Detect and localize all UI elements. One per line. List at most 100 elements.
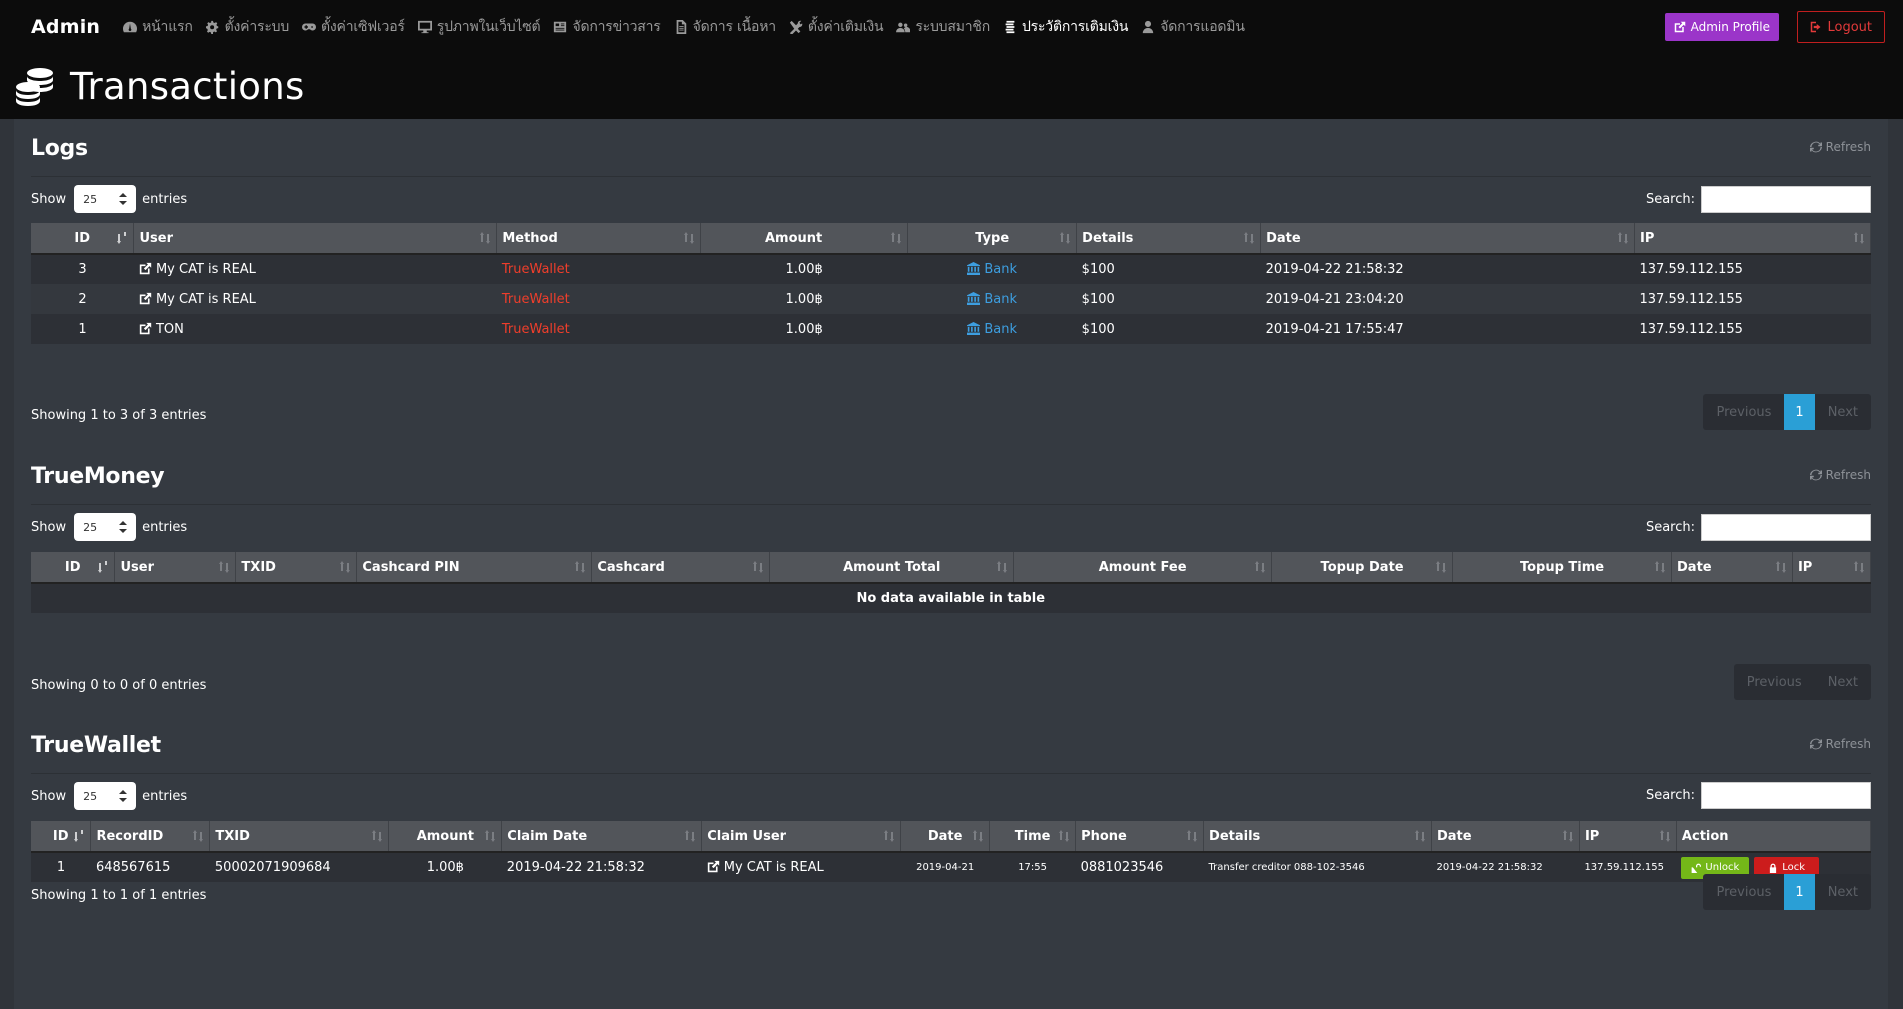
cell-user[interactable]: My CAT is REAL bbox=[133, 254, 497, 284]
column-header-claim-date[interactable]: Claim Date bbox=[501, 821, 703, 853]
column-header-phone[interactable]: Phone bbox=[1075, 821, 1205, 853]
nav-item-system-settings[interactable]: ตั้งค่าระบบ bbox=[205, 16, 289, 38]
user-link[interactable]: My CAT is REAL bbox=[156, 262, 256, 277]
entries-select[interactable]: 25 bbox=[74, 782, 137, 810]
column-header-txid[interactable]: TXID bbox=[209, 821, 390, 853]
cell-claim-user[interactable]: My CAT is REAL bbox=[701, 852, 901, 882]
pagination-previous[interactable]: Previous bbox=[1703, 874, 1784, 910]
pagination-previous[interactable]: Previous bbox=[1734, 664, 1815, 700]
desktop-icon bbox=[417, 20, 432, 33]
column-header-user[interactable]: User bbox=[133, 223, 498, 255]
column-header-cashcard-pin[interactable]: Cashcard PIN bbox=[356, 552, 593, 584]
sort-icon bbox=[1618, 232, 1628, 244]
column-header-txid[interactable]: TXID bbox=[235, 552, 358, 584]
column-label: Details bbox=[1082, 230, 1134, 246]
page-length-control: Show 25 entries bbox=[31, 782, 187, 810]
cell-method: TrueWallet bbox=[496, 254, 701, 284]
column-header-id[interactable]: ID bbox=[31, 821, 92, 853]
nav-item-topup-history[interactable]: ประวัติการเติมเงิน bbox=[1003, 16, 1128, 38]
nav-item-members[interactable]: ระบบสมาชิก bbox=[896, 16, 990, 38]
search-input[interactable] bbox=[1701, 186, 1871, 213]
search-input[interactable] bbox=[1701, 782, 1871, 809]
entries-label: entries bbox=[142, 191, 188, 207]
logs-section: Logs Refresh Show 25 entries Search: ID … bbox=[31, 136, 1871, 446]
external-link-icon bbox=[139, 322, 152, 335]
column-header-claim-user[interactable]: Claim User bbox=[701, 821, 902, 853]
column-header-date[interactable]: Date bbox=[900, 821, 991, 853]
nav-item-label: ตั้งค่าเซิฟเวอร์ bbox=[321, 18, 405, 35]
column-header-type[interactable]: Type bbox=[907, 223, 1078, 255]
cell-ip: 137.59.112.155 bbox=[1634, 254, 1871, 284]
nav-item-label: หน้าแรก bbox=[142, 18, 193, 35]
pagination-page[interactable]: 1 bbox=[1784, 874, 1815, 910]
user-link[interactable]: My CAT is REAL bbox=[156, 292, 256, 307]
nav-item-content[interactable]: จัดการ เนื้อหา bbox=[674, 16, 776, 38]
column-header-date-2[interactable]: Date bbox=[1431, 821, 1580, 853]
pagination-next[interactable]: Next bbox=[1815, 664, 1871, 700]
refresh-button[interactable]: Refresh bbox=[1810, 468, 1871, 482]
cell-amount: 1.00฿ bbox=[388, 852, 502, 882]
column-header-amount-total[interactable]: Amount Total bbox=[769, 552, 1015, 584]
refresh-button[interactable]: Refresh bbox=[1810, 140, 1871, 154]
logout-button[interactable]: Logout bbox=[1797, 11, 1885, 43]
entries-select[interactable]: 25 bbox=[74, 513, 137, 541]
pagination-previous[interactable]: Previous bbox=[1703, 394, 1784, 430]
nav-item-admin-management[interactable]: จัดการแอดมิน bbox=[1141, 16, 1245, 38]
column-label: Action bbox=[1681, 828, 1729, 844]
cell-date: 2019-04-22 21:58:32 bbox=[1260, 254, 1635, 284]
bank-icon bbox=[967, 292, 980, 305]
nav-item-site-images[interactable]: รูปภาพในเว็บไซต์ bbox=[417, 16, 541, 38]
column-header-id[interactable]: ID bbox=[31, 552, 116, 584]
column-header-topup-time[interactable]: Topup Time bbox=[1452, 552, 1672, 584]
lock-icon bbox=[1768, 863, 1778, 873]
search-label: Search: bbox=[1645, 788, 1695, 803]
sort-icon bbox=[1060, 232, 1070, 244]
column-header-cashcard[interactable]: Cashcard bbox=[591, 552, 771, 584]
column-header-date[interactable]: Date bbox=[1260, 223, 1635, 255]
page-length-control: Show 25 entries bbox=[31, 513, 187, 541]
column-header-record-id[interactable]: RecordID bbox=[90, 821, 211, 853]
sort-icon bbox=[685, 830, 695, 842]
nav-item-server-settings[interactable]: ตั้งค่าเซิฟเวอร์ bbox=[302, 16, 405, 38]
column-header-amount-fee[interactable]: Amount Fee bbox=[1013, 552, 1273, 584]
sign-out-icon bbox=[1811, 21, 1821, 33]
column-header-user[interactable]: User bbox=[114, 552, 237, 584]
page-length-control: Show 25 entries bbox=[31, 185, 187, 213]
pagination-next[interactable]: Next bbox=[1815, 394, 1871, 430]
column-header-topup-date[interactable]: Topup Date bbox=[1271, 552, 1454, 584]
column-header-ip[interactable]: IP bbox=[1579, 821, 1677, 853]
cell-date-2: 2019-04-22 21:58:32 bbox=[1431, 852, 1580, 882]
cell-details: Transfer creditor 088-102-3546 bbox=[1203, 852, 1432, 882]
column-label: Date bbox=[1436, 828, 1472, 844]
cell-user[interactable]: My CAT is REAL bbox=[133, 284, 497, 314]
column-header-amount[interactable]: Amount bbox=[700, 223, 909, 255]
table-row: 2 My CAT is REAL TrueWallet 1.00฿ Bank $… bbox=[31, 284, 1871, 314]
nav-item-topup-settings[interactable]: ตั้งค่าเติมเงิน bbox=[789, 16, 884, 38]
column-header-details[interactable]: Details bbox=[1203, 821, 1432, 853]
page-header: Transactions bbox=[0, 53, 1903, 119]
column-header-details[interactable]: Details bbox=[1076, 223, 1262, 255]
column-header-ip[interactable]: IP bbox=[1792, 552, 1872, 584]
brand-logo[interactable]: Admin bbox=[31, 16, 100, 38]
nav-item-home[interactable]: หน้าแรก bbox=[123, 16, 193, 38]
column-header-time[interactable]: Time bbox=[989, 821, 1077, 853]
column-header-method[interactable]: Method bbox=[496, 223, 702, 255]
unlock-label: Unlock bbox=[1705, 862, 1740, 873]
sort-icon bbox=[1415, 830, 1425, 842]
column-header-amount[interactable]: Amount bbox=[388, 821, 503, 853]
pagination-next[interactable]: Next bbox=[1815, 874, 1871, 910]
column-header-ip[interactable]: IP bbox=[1634, 223, 1871, 255]
user-link[interactable]: My CAT is REAL bbox=[724, 860, 824, 875]
admin-profile-button[interactable]: Admin Profile bbox=[1664, 13, 1779, 41]
cell-user[interactable]: TON bbox=[133, 314, 497, 344]
column-header-date[interactable]: Date bbox=[1671, 552, 1793, 584]
column-header-id[interactable]: ID bbox=[31, 223, 135, 255]
user-link[interactable]: TON bbox=[156, 322, 184, 337]
refresh-button[interactable]: Refresh bbox=[1810, 737, 1871, 751]
cell-date: 2019-04-21 17:55:47 bbox=[1260, 314, 1635, 344]
show-label: Show bbox=[31, 788, 67, 804]
entries-select[interactable]: 25 bbox=[74, 185, 137, 213]
pagination-page[interactable]: 1 bbox=[1784, 394, 1815, 430]
search-input[interactable] bbox=[1701, 514, 1871, 541]
nav-item-news[interactable]: จัดการข่าวสาร bbox=[553, 16, 661, 38]
